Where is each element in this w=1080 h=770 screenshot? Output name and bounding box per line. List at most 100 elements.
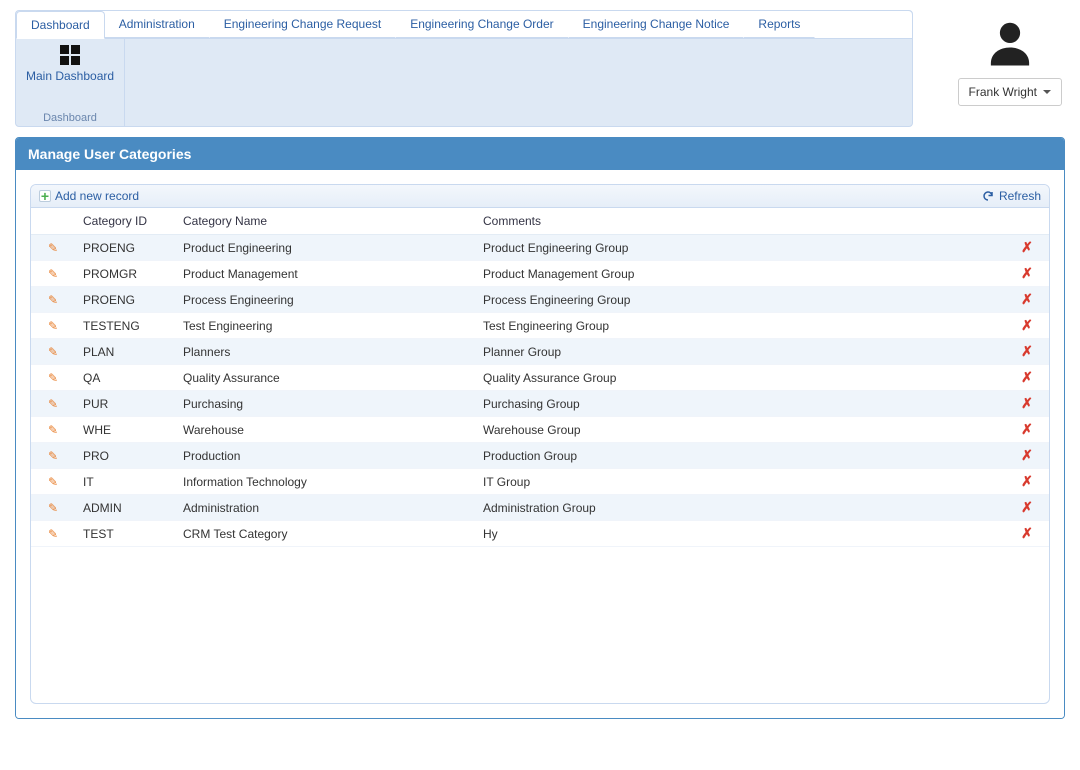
edit-icon[interactable]: ✎ (48, 397, 58, 411)
add-new-record-button[interactable]: + Add new record (35, 187, 143, 205)
cell-comments: Warehouse Group (475, 417, 1005, 443)
edit-icon[interactable]: ✎ (48, 527, 58, 541)
data-grid: + Add new record Refresh (30, 184, 1050, 704)
tab-engineering-change-request[interactable]: Engineering Change Request (210, 11, 396, 38)
refresh-button[interactable]: Refresh (977, 187, 1045, 205)
edit-icon[interactable]: ✎ (48, 241, 58, 255)
table-row[interactable]: ✎ ADMINAdministrationAdministration Group… (31, 495, 1049, 521)
cell-comments: Product Engineering Group (475, 235, 1005, 261)
cell-category-id: PUR (75, 391, 175, 417)
add-label: Add new record (55, 189, 139, 203)
cell-category-id: WHE (75, 417, 175, 443)
table-row[interactable]: ✎ PLANPlannersPlanner Group ✗ (31, 339, 1049, 365)
delete-icon[interactable]: ✗ (1021, 291, 1033, 307)
cell-comments: Administration Group (475, 495, 1005, 521)
table-row[interactable]: ✎ITInformation TechnologyIT Group✗ (31, 469, 1049, 495)
edit-icon[interactable]: ✎ (48, 449, 58, 463)
refresh-icon (981, 189, 995, 203)
delete-icon[interactable]: ✗ (1021, 369, 1033, 385)
cell-category-name: Information Technology (175, 469, 475, 495)
cell-category-name: Administration (175, 495, 475, 521)
edit-icon[interactable]: ✎ (48, 319, 58, 333)
table-row[interactable]: ✎ PROENGProduct EngineeringProduct Engine… (31, 235, 1049, 261)
cell-category-name: Product Management (175, 261, 475, 287)
edit-icon[interactable]: ✎ (48, 423, 58, 437)
table-row[interactable]: ✎ TESTENGTest EngineeringTest Engineering… (31, 313, 1049, 339)
table-row[interactable]: ✎ QAQuality AssuranceQuality Assurance Gr… (31, 365, 1049, 391)
table-row[interactable]: ✎ PROENGProcess EngineeringProcess Engine… (31, 287, 1049, 313)
delete-icon[interactable]: ✗ (1021, 343, 1033, 359)
edit-icon[interactable]: ✎ (48, 293, 58, 307)
tab-reports[interactable]: Reports (744, 11, 815, 38)
manage-user-categories-panel: Manage User Categories + Add new record … (15, 137, 1065, 719)
tab-engineering-change-notice[interactable]: Engineering Change Notice (569, 11, 745, 38)
refresh-label: Refresh (999, 189, 1041, 203)
tab-engineering-change-order[interactable]: Engineering Change Order (396, 11, 568, 38)
cell-comments: Product Management Group (475, 261, 1005, 287)
categories-table: Category ID Category Name Comments ✎ PROE… (31, 208, 1049, 547)
edit-icon[interactable]: ✎ (48, 475, 58, 489)
tab-administration[interactable]: Administration (105, 11, 210, 38)
delete-icon[interactable]: ✗ (1021, 473, 1033, 489)
delete-icon[interactable]: ✗ (1021, 421, 1033, 437)
delete-icon[interactable]: ✗ (1021, 239, 1033, 255)
table-row[interactable]: ✎PROMGRProduct ManagementProduct Managem… (31, 261, 1049, 287)
table-row[interactable]: ✎ WHEWarehouseWarehouse Group ✗ (31, 417, 1049, 443)
edit-icon[interactable]: ✎ (48, 371, 58, 385)
user-icon (983, 16, 1037, 70)
cell-comments: Process Engineering Group (475, 287, 1005, 313)
cell-comments: Test Engineering Group (475, 313, 1005, 339)
cell-category-id: ADMIN (75, 495, 175, 521)
col-category-id[interactable]: Category ID (75, 208, 175, 235)
grid-toolbar: + Add new record Refresh (31, 185, 1049, 208)
cell-category-id: QA (75, 365, 175, 391)
cell-category-name: CRM Test Category (175, 521, 475, 547)
user-menu-button[interactable]: Frank Wright (958, 78, 1062, 106)
cell-category-name: Test Engineering (175, 313, 475, 339)
ribbon-group-label: Dashboard (26, 108, 114, 124)
table-row[interactable]: ✎TESTCRM Test CategoryHy✗ (31, 521, 1049, 547)
cell-category-id: TESTENG (75, 313, 175, 339)
grid-icon (60, 45, 80, 65)
edit-icon[interactable]: ✎ (48, 501, 58, 515)
cell-category-name: Purchasing (175, 391, 475, 417)
cell-comments: Planner Group (475, 339, 1005, 365)
caret-down-icon (1043, 90, 1051, 94)
col-category-name[interactable]: Category Name (175, 208, 475, 235)
cell-comments: IT Group (475, 469, 1005, 495)
cell-category-id: PROENG (75, 287, 175, 313)
delete-icon[interactable]: ✗ (1021, 395, 1033, 411)
cell-category-id: PROENG (75, 235, 175, 261)
cell-category-name: Production (175, 443, 475, 469)
main-dashboard-button[interactable]: Main Dashboard (26, 45, 114, 83)
edit-icon[interactable]: ✎ (48, 267, 58, 281)
user-area: Frank Wright (958, 16, 1062, 106)
cell-category-id: PLAN (75, 339, 175, 365)
col-comments[interactable]: Comments (475, 208, 1005, 235)
delete-icon[interactable]: ✗ (1021, 525, 1033, 541)
delete-icon[interactable]: ✗ (1021, 447, 1033, 463)
cell-comments: Hy (475, 521, 1005, 547)
user-name: Frank Wright (969, 85, 1037, 99)
edit-icon[interactable]: ✎ (48, 345, 58, 359)
table-row[interactable]: ✎ PURPurchasingPurchasing Group ✗ (31, 391, 1049, 417)
cell-comments: Production Group (475, 443, 1005, 469)
cell-category-name: Product Engineering (175, 235, 475, 261)
cell-category-id: PRO (75, 443, 175, 469)
cell-category-name: Quality Assurance (175, 365, 475, 391)
cell-comments: Purchasing Group (475, 391, 1005, 417)
cell-category-name: Process Engineering (175, 287, 475, 313)
main-tabs: DashboardAdministrationEngineering Chang… (15, 10, 913, 127)
delete-icon[interactable]: ✗ (1021, 499, 1033, 515)
ribbon-group-dashboard: Main Dashboard Dashboard (16, 39, 125, 126)
tab-dashboard[interactable]: Dashboard (16, 11, 105, 39)
cell-category-name: Planners (175, 339, 475, 365)
ribbon: Main Dashboard Dashboard (16, 38, 912, 126)
main-dashboard-label: Main Dashboard (26, 69, 114, 83)
delete-icon[interactable]: ✗ (1021, 317, 1033, 333)
plus-icon: + (39, 190, 51, 202)
table-row[interactable]: ✎ PROProductionProduction Group ✗ (31, 443, 1049, 469)
cell-category-name: Warehouse (175, 417, 475, 443)
cell-comments: Quality Assurance Group (475, 365, 1005, 391)
delete-icon[interactable]: ✗ (1021, 265, 1033, 281)
